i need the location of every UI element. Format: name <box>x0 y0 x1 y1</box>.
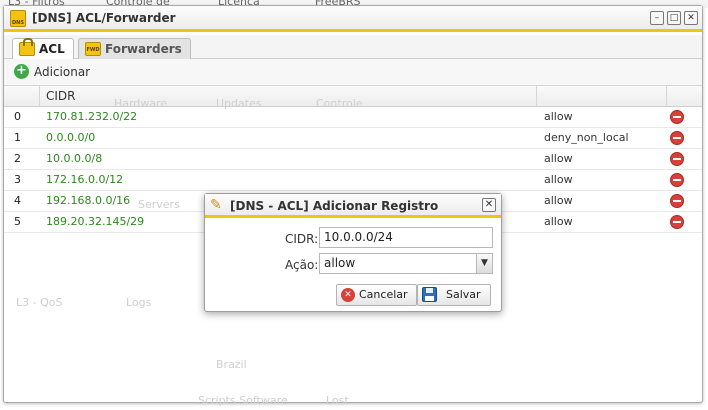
dialog-title: [DNS - ACL] Adicionar Registro <box>230 199 439 213</box>
delete-icon[interactable] <box>670 173 684 187</box>
toolbar: + Adicionar <box>4 59 702 86</box>
ghost-label: Scripts Software <box>198 394 288 407</box>
row-cidr: 10.0.0.0/8 <box>46 152 103 165</box>
forwarder-icon: FWD <box>85 42 101 56</box>
cidr-label: CIDR: <box>285 232 319 246</box>
maximize-button[interactable]: □ <box>667 11 681 25</box>
window-title: [DNS] ACL/Forwarder <box>32 11 176 25</box>
action-select[interactable]: allow ▼ <box>319 253 493 274</box>
cancel-button[interactable]: ✕ Cancelar <box>336 284 417 306</box>
row-index: 5 <box>14 215 21 228</box>
row-cidr: 192.168.0.0/16 <box>46 194 131 207</box>
ghost-label: Brazil <box>216 358 247 371</box>
delete-icon[interactable] <box>670 131 684 145</box>
save-button[interactable]: Salvar <box>417 284 491 306</box>
close-window-button[interactable]: ✕ <box>684 11 698 25</box>
header-index[interactable] <box>4 86 40 107</box>
header-delete <box>667 86 702 107</box>
row-action: allow <box>544 194 573 207</box>
ghost-label: Updates <box>216 97 262 110</box>
plus-icon: + <box>14 64 29 79</box>
delete-icon[interactable] <box>670 215 684 229</box>
window-titlebar[interactable]: DNS [DNS] ACL/Forwarder – □ ✕ <box>4 6 702 32</box>
tab-forwarders[interactable]: FWD Forwarders <box>78 38 191 59</box>
cancel-button-label: Cancelar <box>359 288 408 301</box>
action-label: Ação: <box>285 258 319 272</box>
pencil-icon: ✎ <box>210 197 222 213</box>
close-dialog-button[interactable]: ✕ <box>482 198 496 212</box>
cidr-input[interactable]: 10.0.0.0/24 <box>319 227 493 248</box>
delete-icon[interactable] <box>670 194 684 208</box>
row-cidr: 172.16.0.0/12 <box>46 173 124 186</box>
add-button-label: Adicionar <box>34 65 91 79</box>
tab-label: Forwarders <box>105 42 182 56</box>
row-index: 1 <box>14 131 21 144</box>
chevron-down-icon[interactable]: ▼ <box>476 254 492 273</box>
ghost-label: Controle <box>316 97 363 110</box>
dialog-titlebar[interactable]: ✎ [DNS - ACL] Adicionar Registro ✕ <box>205 194 501 218</box>
row-action: allow <box>544 173 573 186</box>
table-row[interactable]: 3 172.16.0.0/12 allow <box>4 170 702 191</box>
row-action: allow <box>544 152 573 165</box>
row-index: 4 <box>14 194 21 207</box>
delete-icon[interactable] <box>670 152 684 166</box>
add-record-dialog: ✎ [DNS - ACL] Adicionar Registro ✕ CIDR:… <box>204 193 502 312</box>
row-cidr: 189.20.32.145/29 <box>46 215 145 228</box>
table-row[interactable]: 1 0.0.0.0/0 deny_non_local <box>4 128 702 149</box>
row-cidr: 0.0.0.0/0 <box>46 131 96 144</box>
floppy-disk-icon <box>422 287 437 302</box>
ghost-label: Hardware <box>114 97 168 110</box>
cancel-icon: ✕ <box>341 288 355 302</box>
save-button-label: Salvar <box>446 288 481 301</box>
add-button[interactable]: + Adicionar <box>14 64 90 82</box>
table-row[interactable]: 2 10.0.0.0/8 allow <box>4 149 702 170</box>
ghost-label: Lost <box>326 394 349 407</box>
tab-acl[interactable]: ACL <box>12 38 74 60</box>
row-action: allow <box>544 110 573 123</box>
ghost-label: Logs <box>126 296 152 309</box>
header-action[interactable] <box>537 86 667 107</box>
tab-bar: ACL FWD Forwarders <box>4 35 702 60</box>
ghost-label: Servers <box>138 198 180 211</box>
table-row[interactable]: 0 170.81.232.0/22 allow <box>4 107 702 128</box>
minimize-button[interactable]: – <box>650 11 664 25</box>
row-index: 2 <box>14 152 21 165</box>
ghost-label: L3 - QoS <box>16 296 63 309</box>
row-index: 0 <box>14 110 21 123</box>
dns-app-icon: DNS <box>10 10 26 27</box>
row-action: deny_non_local <box>544 131 629 144</box>
lock-icon <box>19 38 35 56</box>
action-select-value: allow <box>324 256 356 270</box>
tab-label: ACL <box>39 42 65 56</box>
row-cidr: 170.81.232.0/22 <box>46 110 138 123</box>
row-index: 3 <box>14 173 21 186</box>
delete-icon[interactable] <box>670 110 684 124</box>
row-action: allow <box>544 215 573 228</box>
